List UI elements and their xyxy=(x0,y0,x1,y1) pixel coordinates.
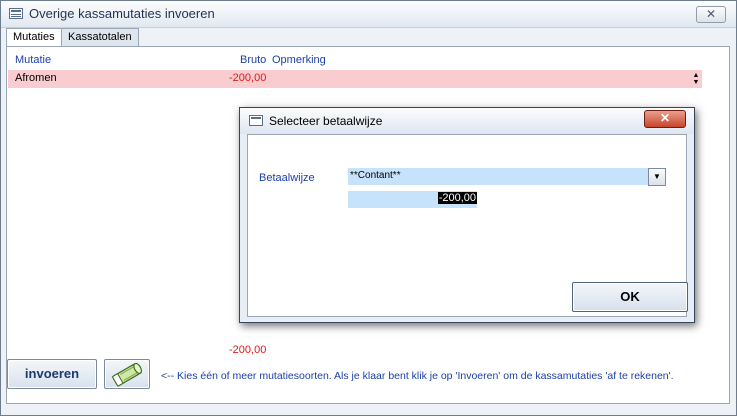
main-window: Overige kassamutaties invoeren ✕ Mutatie… xyxy=(0,0,737,416)
chevron-down-icon[interactable]: ▼ xyxy=(648,168,666,186)
amount-value: -200,00 xyxy=(437,192,477,204)
dialog-title: Selecteer betaalwijze xyxy=(269,114,383,128)
betaalwijze-value: **Contant** xyxy=(350,170,401,181)
table-row[interactable]: Afromen -200,00 xyxy=(8,70,702,88)
betaalwijze-label: Betaalwijze xyxy=(259,172,315,184)
amount-field[interactable]: -200,00 xyxy=(348,191,477,208)
row-mutatie: Afromen xyxy=(15,72,57,84)
dialog-body: Betaalwijze **Contant** ▼ -200,00 OK xyxy=(247,134,688,317)
column-header-bruto: Bruto xyxy=(240,54,267,66)
tab-mutaties[interactable]: Mutaties xyxy=(6,28,62,47)
betaalwijze-dialog: Selecteer betaalwijze ✕ Betaalwijze **Co… xyxy=(239,107,695,323)
form-icon xyxy=(9,8,23,19)
column-header-opmerking: Opmerking xyxy=(272,54,326,66)
bruto-total: -200,00 xyxy=(229,344,267,356)
dialog-title-bar: Selecteer betaalwijze ✕ xyxy=(240,108,694,134)
close-button[interactable]: ✕ xyxy=(696,6,726,23)
ok-button[interactable]: OK xyxy=(572,282,688,312)
instruction-text: <-- Kies één of meer mutatiesoorten. Als… xyxy=(161,370,674,382)
title-bar: Overige kassamutaties invoeren ✕ xyxy=(1,1,736,28)
dialog-close-button[interactable]: ✕ xyxy=(644,110,686,128)
column-header-mutatie: Mutatie xyxy=(15,54,52,66)
window-title: Overige kassamutaties invoeren xyxy=(29,6,215,21)
tab-kassatotalen[interactable]: Kassatotalen xyxy=(61,28,139,46)
betaalwijze-dropdown[interactable]: **Contant** ▼ xyxy=(348,168,666,186)
money-roll-icon xyxy=(111,362,143,387)
scroll-spinner[interactable]: ▲ ▼ xyxy=(691,72,701,88)
cash-button[interactable] xyxy=(104,359,150,389)
invoeren-button[interactable]: invoeren xyxy=(7,359,97,389)
form-icon xyxy=(249,115,263,126)
row-bruto: -200,00 xyxy=(229,72,267,84)
